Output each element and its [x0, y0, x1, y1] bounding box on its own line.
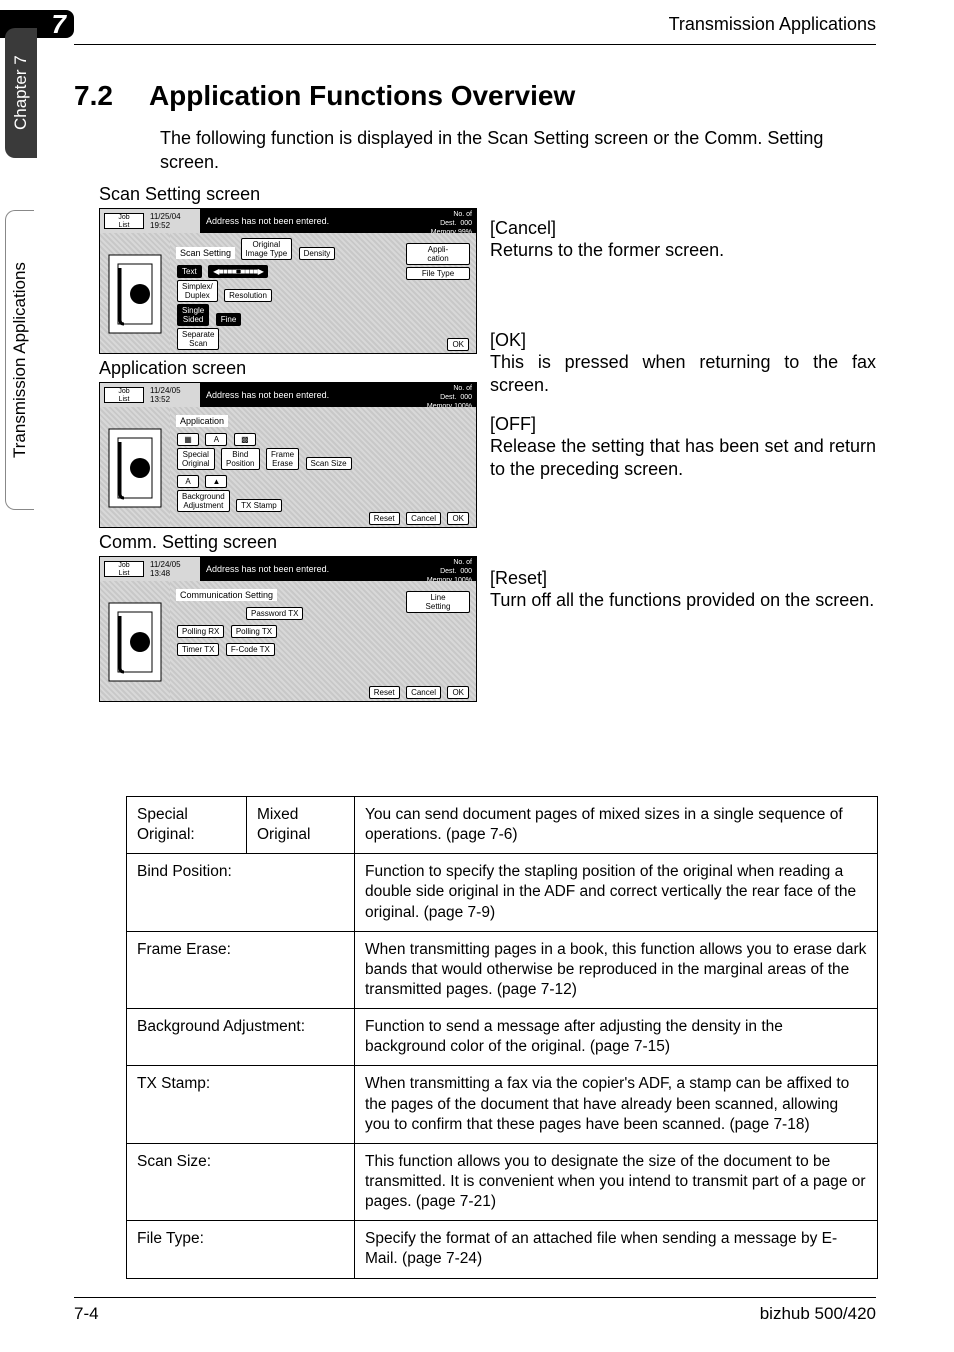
- cancel-text: Returns to the former screen.: [490, 239, 876, 262]
- table-row: Special Original: Mixed Original You can…: [127, 797, 878, 854]
- separate-scan-button[interactable]: SeparateScan: [177, 328, 219, 350]
- table-row: File Type: Specify the format of an atta…: [127, 1221, 878, 1278]
- cell: When transmitting a fax via the copier's…: [355, 1066, 878, 1143]
- cell: Function to send a message after adjusti…: [355, 1009, 878, 1066]
- scan-setting-screenshot: JobList 11/25/0419:52 Address has not be…: [99, 208, 477, 354]
- polling-rx-button[interactable]: Polling RX: [177, 625, 224, 638]
- tx-stamp-button[interactable]: TX Stamp: [236, 499, 282, 512]
- product-name: bizhub 500/420: [760, 1304, 876, 1324]
- password-tx-button[interactable]: Password TX: [246, 607, 303, 620]
- comm-reset-button[interactable]: Reset: [369, 686, 400, 699]
- cell: TX Stamp:: [127, 1066, 355, 1143]
- cell: Frame Erase:: [127, 931, 355, 1008]
- app-msg-bar: Address has not been entered. No. ofDest…: [200, 383, 476, 407]
- text-button[interactable]: Text: [177, 265, 202, 278]
- scan-msg-bar: Address has not been entered. No. ofDest…: [200, 209, 476, 233]
- appli-button[interactable]: Appli-cation: [406, 243, 470, 265]
- app-ok-button[interactable]: OK: [447, 512, 469, 525]
- running-title: Transmission Applications: [74, 10, 954, 35]
- cell: Function to specify the stapling positio…: [355, 854, 878, 931]
- comm-setting-screen-label: Comm. Setting screen: [99, 532, 277, 553]
- job-list-tab: JobList: [104, 213, 144, 229]
- doc-preview-icon: [100, 581, 170, 702]
- line-setting-button[interactable]: LineSetting: [406, 591, 470, 613]
- simplex-button[interactable]: Simplex/Duplex: [177, 280, 218, 302]
- cell: This function allows you to designate th…: [355, 1143, 878, 1220]
- job-list-tab: JobList: [104, 561, 144, 577]
- comm-cancel-button[interactable]: Cancel: [406, 686, 441, 699]
- icon-button[interactable]: A: [177, 475, 199, 488]
- table-row: TX Stamp: When transmitting a fax via th…: [127, 1066, 878, 1143]
- side-tab-section: Transmission Applications: [5, 210, 34, 510]
- cell: Mixed Original: [247, 797, 355, 854]
- frame-erase-button[interactable]: FrameErase: [266, 448, 299, 470]
- ok-text: This is pressed when returning to the fa…: [490, 351, 876, 398]
- orig-type-button[interactable]: OriginalImage Type: [241, 238, 293, 260]
- icon-button[interactable]: ▲: [205, 475, 227, 488]
- scan-panel-title: Scan Setting: [176, 247, 235, 259]
- application-screenshot: JobList 11/24/0513:52 Address has not be…: [99, 382, 477, 528]
- comm-setting-screenshot: JobList 11/24/0513:48 Address has not be…: [99, 556, 477, 702]
- bg-adjust-button[interactable]: BackgroundAdjustment: [177, 490, 230, 512]
- resolution-button[interactable]: Resolution: [224, 289, 272, 302]
- app-panel-title: Application: [176, 415, 228, 427]
- section-title: Application Functions Overview: [149, 80, 575, 112]
- page-number: 7-4: [74, 1304, 99, 1324]
- comm-ok-button[interactable]: OK: [447, 686, 469, 699]
- comm-datetime: 11/24/0513:48: [148, 560, 200, 578]
- timer-tx-button[interactable]: Timer TX: [177, 643, 219, 656]
- comm-msg-bar: Address has not been entered. No. ofDest…: [200, 557, 476, 581]
- table-row: Background Adjustment: Function to send …: [127, 1009, 878, 1066]
- section-intro: The following function is displayed in t…: [160, 126, 876, 175]
- comm-panel-title: Communication Setting: [176, 589, 277, 601]
- app-datetime: 11/24/0513:52: [148, 386, 200, 404]
- cell: Bind Position:: [127, 854, 355, 931]
- cell: Background Adjustment:: [127, 1009, 355, 1066]
- app-reset-button[interactable]: Reset: [369, 512, 400, 525]
- reset-text: Turn off all the functions provided on t…: [490, 589, 876, 612]
- functions-table: Special Original: Mixed Original You can…: [126, 796, 878, 1279]
- app-cancel-button[interactable]: Cancel: [406, 512, 441, 525]
- cell: When transmitting pages in a book, this …: [355, 931, 878, 1008]
- scan-datetime: 11/25/0419:52: [148, 212, 200, 230]
- polling-tx-button[interactable]: Polling TX: [231, 625, 277, 638]
- special-original-button[interactable]: SpecialOriginal: [177, 448, 215, 470]
- table-row: Bind Position: Function to specify the s…: [127, 854, 878, 931]
- cell: You can send document pages of mixed siz…: [355, 797, 878, 854]
- doc-preview-icon: [100, 407, 170, 528]
- cell: Specify the format of an attached file w…: [355, 1221, 878, 1278]
- icon-button[interactable]: ▦: [177, 433, 199, 446]
- scan-setting-screen-label: Scan Setting screen: [99, 184, 260, 205]
- reset-heading: [Reset]: [490, 568, 876, 589]
- fcode-tx-button[interactable]: F-Code TX: [226, 643, 275, 656]
- table-row: Scan Size: This function allows you to d…: [127, 1143, 878, 1220]
- application-screen-label: Application screen: [99, 358, 246, 379]
- density-bar[interactable]: ◀■■■■□■■■■▶: [208, 265, 268, 278]
- cancel-heading: [Cancel]: [490, 218, 876, 239]
- single-button[interactable]: SingleSided: [177, 304, 209, 326]
- ok-heading: [OK]: [490, 330, 876, 351]
- side-tab-chapter: Chapter 7: [5, 28, 37, 158]
- cell: File Type:: [127, 1221, 355, 1278]
- fine-button[interactable]: Fine: [216, 313, 242, 326]
- table-row: Frame Erase: When transmitting pages in …: [127, 931, 878, 1008]
- scan-ok-button[interactable]: OK: [447, 338, 469, 351]
- file-type-button[interactable]: File Type: [406, 267, 470, 280]
- icon-button[interactable]: A: [205, 433, 227, 446]
- header-rule: [74, 44, 876, 45]
- off-text: Release the setting that has been set an…: [490, 435, 876, 482]
- bind-position-button[interactable]: BindPosition: [221, 448, 259, 470]
- scan-size-button[interactable]: Scan Size: [306, 457, 352, 470]
- icon-button[interactable]: ▩: [234, 433, 256, 446]
- off-heading: [OFF]: [490, 414, 876, 435]
- doc-preview-icon: [100, 233, 170, 354]
- cell: Scan Size:: [127, 1143, 355, 1220]
- job-list-tab: JobList: [104, 387, 144, 403]
- section-number: 7.2: [74, 80, 113, 112]
- cell: Special Original:: [127, 797, 247, 854]
- density-button[interactable]: Density: [299, 247, 336, 260]
